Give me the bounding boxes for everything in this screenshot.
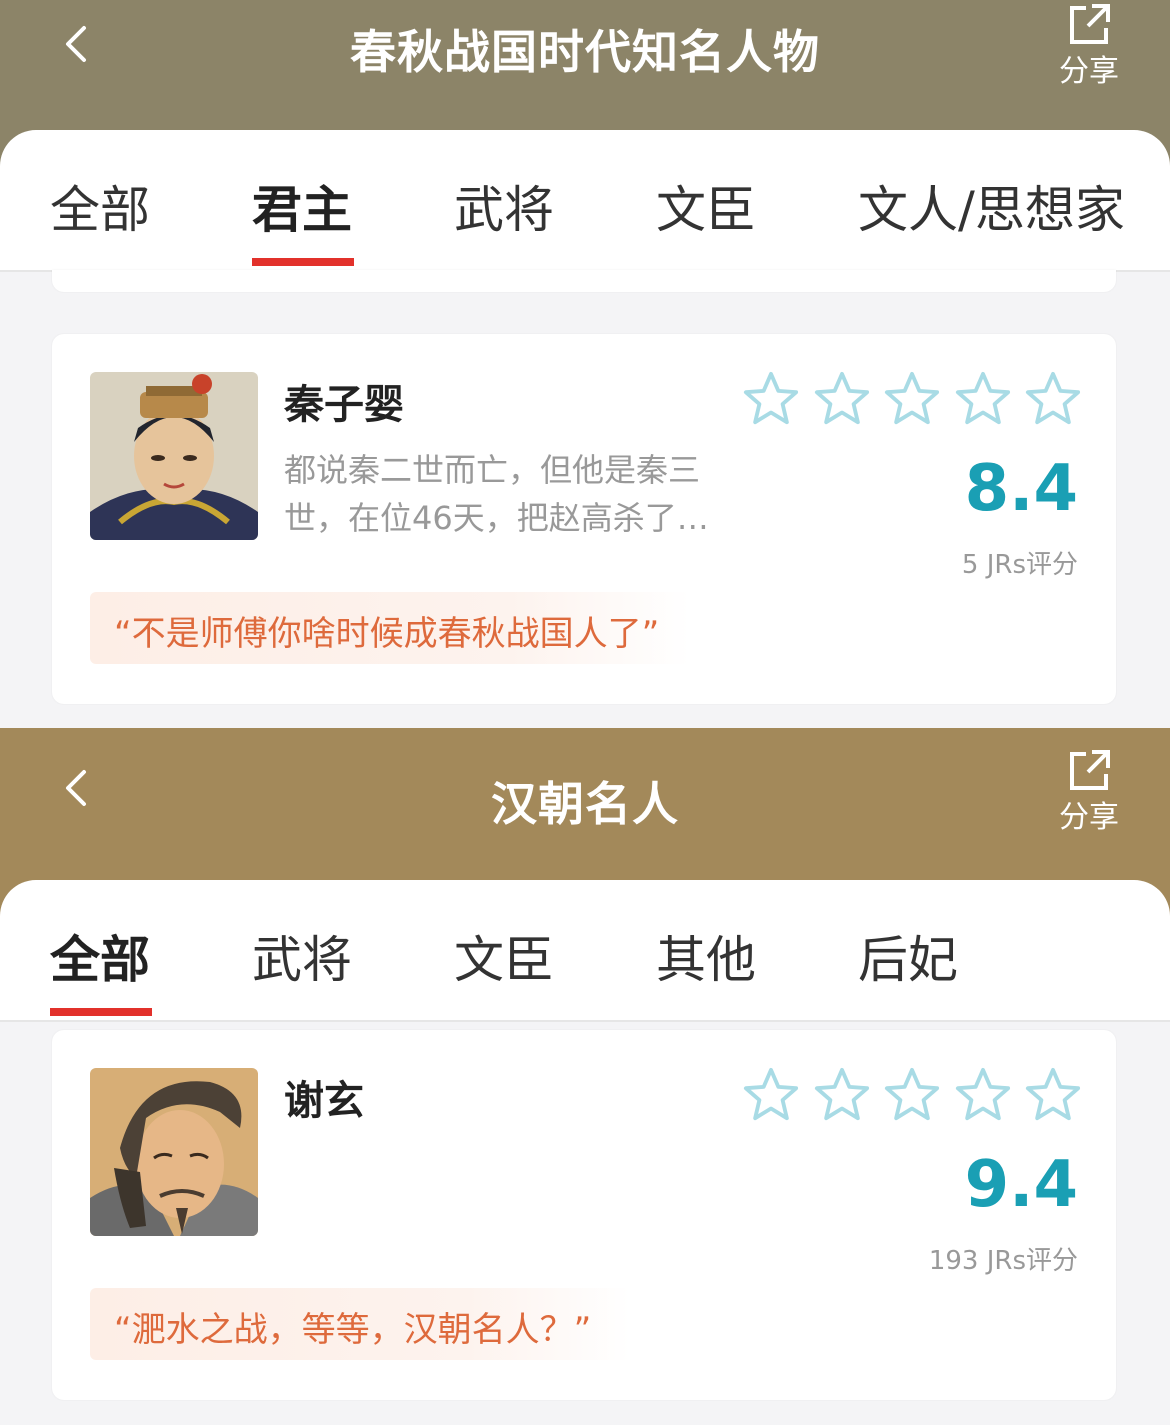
rating-count: 5 JRs评分 [961,550,1078,580]
star-outline-icon[interactable] [813,1066,871,1124]
person-name: 谢玄 [284,1078,364,1124]
tab-rulers[interactable]: 君主 [252,170,352,242]
star-outline-icon[interactable] [742,1066,800,1124]
page-title: 春秋战国时代知名人物 [350,25,820,79]
page-title: 汉朝名人 [491,777,679,831]
tab-generals[interactable]: 武将 [454,170,554,242]
avatar [90,372,258,540]
previous-card-edge [52,270,1116,292]
star-outline-icon[interactable] [813,370,871,428]
hot-comment[interactable]: “淝水之战，等等，汉朝名人？” [90,1288,630,1360]
screen-han-dynasty: 汉朝名人 分享 全部 武将 文臣 其他 后妃 谢玄 9.4 193 JRs评分 … [0,728,1170,1425]
tab-ministers[interactable]: 文臣 [454,920,554,992]
tab-others[interactable]: 其他 [656,920,756,992]
person-card[interactable]: 谢玄 9.4 193 JRs评分 “淝水之战，等等，汉朝名人？” [52,1030,1116,1400]
star-outline-icon[interactable] [883,370,941,428]
screen-spring-autumn: 春秋战国时代知名人物 分享 全部 君主 武将 文臣 文人/思想家 秦子婴 都说秦… [0,0,1170,728]
person-name: 秦子婴 [284,382,404,428]
category-tabs: 全部 武将 文臣 其他 后妃 [0,880,1170,1022]
share-icon [1070,750,1110,790]
rating-stars[interactable] [742,1066,1082,1126]
share-label: 分享 [1059,54,1119,89]
person-card[interactable]: 秦子婴 都说秦二世而亡，但他是秦三世，在位46天，把赵高杀了… 8.4 5 JR… [52,334,1116,704]
hot-comment-text: “不是师傅你啥时候成春秋战国人了” [114,614,660,654]
share-icon [1070,4,1110,44]
share-button[interactable]: 分享 [1050,746,1128,836]
rating-score: 8.4 [964,452,1078,526]
rating-stars[interactable] [742,370,1082,430]
rating-score: 9.4 [964,1148,1078,1222]
person-description: 都说秦二世而亡，但他是秦三世，在位46天，把赵高杀了… [284,451,709,537]
star-outline-icon[interactable] [954,1066,1012,1124]
star-outline-icon[interactable] [1024,1066,1082,1124]
tab-thinkers[interactable]: 文人/思想家 [858,170,1125,242]
star-outline-icon[interactable] [883,1066,941,1124]
category-tabs: 全部 君主 武将 文臣 文人/思想家 [0,130,1170,272]
tab-ministers[interactable]: 文臣 [656,170,756,242]
rating-count: 193 JRs评分 [928,1246,1078,1276]
tab-generals[interactable]: 武将 [252,920,352,992]
hot-comment-text: “淝水之战，等等，汉朝名人？” [114,1310,592,1350]
active-tab-indicator [50,1008,152,1016]
share-button[interactable]: 分享 [1050,0,1128,90]
tab-all[interactable]: 全部 [50,920,150,992]
avatar [90,1068,258,1236]
tab-all[interactable]: 全部 [50,170,150,242]
active-tab-indicator [252,258,354,266]
star-outline-icon[interactable] [954,370,1012,428]
star-outline-icon[interactable] [1024,370,1082,428]
tab-consorts[interactable]: 后妃 [858,920,958,992]
portrait-image [90,372,258,540]
star-outline-icon[interactable] [742,370,800,428]
portrait-image [90,1068,258,1236]
hot-comment[interactable]: “不是师傅你啥时候成春秋战国人了” [90,592,690,664]
share-label: 分享 [1059,800,1119,835]
